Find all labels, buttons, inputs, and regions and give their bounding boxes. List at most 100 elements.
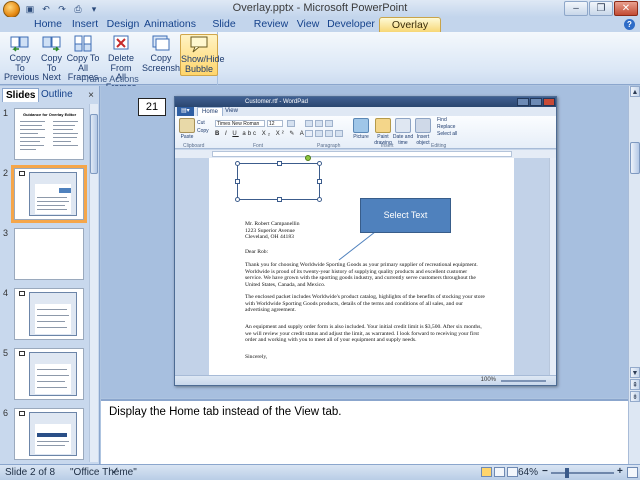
theme-name: "Office Theme" bbox=[70, 467, 137, 478]
tab-review[interactable]: Review bbox=[252, 17, 290, 32]
insert-group-label: Insert bbox=[381, 143, 394, 149]
maximize-button[interactable]: ❐ bbox=[589, 1, 613, 16]
tab-overlay-editor[interactable]: Overlay Editor bbox=[379, 17, 441, 45]
insert-object-icon bbox=[415, 118, 431, 133]
thumbnail-image bbox=[14, 408, 84, 460]
button-label: Copy bbox=[40, 53, 62, 63]
previous-slide-icon[interactable]: ⇞ bbox=[630, 379, 640, 390]
thumbnail-image: Guidance for Overlay Editor bbox=[14, 108, 84, 160]
grow-font-icon bbox=[287, 120, 295, 127]
font-format-icons: B I U abc X₂ X² ✎ A bbox=[215, 131, 306, 137]
copy-to-next-icon bbox=[42, 36, 60, 52]
zoom-out-button[interactable]: − bbox=[542, 466, 548, 477]
normal-view-icon[interactable] bbox=[481, 467, 492, 477]
button-label: Copy bbox=[150, 53, 172, 63]
wordpad-zoom-slider bbox=[501, 380, 546, 382]
copy-to-previous-button[interactable]: Copy To Previous bbox=[4, 34, 39, 82]
ribbon-tabs: Home Insert Design Animations Slide Show… bbox=[0, 17, 640, 45]
scroll-down-arrow-icon[interactable]: ▼ bbox=[630, 367, 640, 378]
thumbnail-title: Guidance for Overlay Editor bbox=[23, 112, 77, 117]
closing: Sincerely, bbox=[245, 354, 268, 360]
resize-handle[interactable] bbox=[317, 197, 322, 202]
align-right-icon bbox=[325, 130, 333, 137]
tab-view[interactable]: View bbox=[293, 17, 323, 32]
wordpad-zoom-level: 100% bbox=[480, 377, 496, 383]
copy-to-previous-icon bbox=[10, 36, 29, 52]
pane-tabs: Slides Outline × bbox=[0, 88, 100, 102]
main-scrollbar[interactable]: ▲ ▼ ⇞ ⇟ bbox=[628, 86, 640, 464]
notes-pane[interactable]: Display the Home tab instead of the View… bbox=[101, 399, 628, 464]
tab-home[interactable]: Home bbox=[30, 17, 66, 32]
window-title: Overlay.pptx - Microsoft PowerPoint bbox=[232, 2, 408, 14]
resize-handle[interactable] bbox=[235, 179, 240, 184]
resize-handle[interactable] bbox=[235, 161, 240, 166]
slide-show-view-icon[interactable] bbox=[507, 467, 518, 477]
outdent-icon bbox=[315, 120, 323, 127]
resize-handle[interactable] bbox=[277, 161, 282, 166]
tab-outline[interactable]: Outline bbox=[38, 88, 76, 102]
ribbon: Copy To Previous Copy To Next Copy To All F… bbox=[0, 32, 640, 91]
status-bar: Slide 2 of 8 "Office Theme" ✓ 64% − + bbox=[0, 464, 640, 480]
slide-indicator: Slide 2 of 8 bbox=[5, 467, 56, 478]
align-center-icon bbox=[315, 130, 323, 137]
wordpad-title-bar: Customer.rtf - WordPad bbox=[175, 97, 556, 107]
select-all-label: Select all bbox=[437, 131, 458, 137]
thumbnail-image bbox=[14, 348, 84, 400]
copy-screenshot-button[interactable]: Copy Screenshot bbox=[142, 34, 188, 76]
tab-insert[interactable]: Insert bbox=[67, 17, 103, 32]
scrollbar-thumb[interactable] bbox=[90, 114, 98, 174]
clipboard-group-label: Clipboard bbox=[183, 143, 205, 149]
notes-text[interactable]: Display the Home tab instead of the View… bbox=[109, 406, 341, 418]
font-group-label: Font bbox=[253, 143, 264, 149]
wordpad-window-controls bbox=[517, 98, 555, 106]
copy-to-all-icon bbox=[74, 35, 92, 52]
resize-handle[interactable] bbox=[317, 179, 322, 184]
slide-number: 4 bbox=[3, 288, 9, 298]
paragraph-2: The enclosed packet includes Worldwide's… bbox=[245, 294, 485, 314]
slide-number: 2 bbox=[3, 168, 9, 178]
wordpad-page: Mr. Robert Campanellin 1223 Superior Ave… bbox=[209, 155, 514, 376]
copy-to-all-frames-button[interactable]: Copy To All Frames bbox=[66, 34, 100, 82]
copy-screenshot-icon bbox=[152, 35, 170, 51]
zoom-slider[interactable] bbox=[551, 472, 614, 474]
zoom-level[interactable]: 64% bbox=[518, 467, 538, 478]
button-label: Delete From bbox=[107, 53, 134, 73]
resize-handle[interactable] bbox=[235, 197, 240, 202]
copy-to-next-button[interactable]: Copy To Next bbox=[38, 34, 65, 82]
zoom-slider-thumb[interactable] bbox=[565, 468, 569, 478]
tab-slides[interactable]: Slides bbox=[2, 88, 40, 102]
spelling-check-icon[interactable]: ✓ bbox=[111, 466, 119, 477]
picture-icon bbox=[353, 118, 369, 133]
close-icon[interactable]: × bbox=[88, 90, 94, 101]
tab-slide-show[interactable]: Slide Show bbox=[199, 17, 249, 44]
tab-design[interactable]: Design bbox=[104, 17, 142, 32]
callout-bubble[interactable]: Select Text bbox=[360, 198, 451, 233]
zoom-in-button[interactable]: + bbox=[617, 466, 623, 477]
tab-animations[interactable]: Animations bbox=[144, 17, 196, 32]
next-slide-icon[interactable]: ⇟ bbox=[630, 391, 640, 402]
slides-pane-scrollbar[interactable] bbox=[89, 104, 98, 462]
resize-handle[interactable] bbox=[317, 161, 322, 166]
scroll-up-arrow-icon[interactable]: ▲ bbox=[630, 86, 640, 97]
overlay-selection-rectangle[interactable] bbox=[235, 155, 322, 202]
slide-editing-area[interactable]: 21 Customer.rtf - WordPad ▤▾ Home View P… bbox=[101, 86, 628, 398]
delete-from-all-frames-button[interactable]: Delete FromAll Frames bbox=[101, 34, 141, 91]
rotation-handle[interactable] bbox=[305, 155, 311, 161]
slide-sorter-view-icon[interactable] bbox=[494, 467, 505, 477]
show-hide-bubble-button[interactable]: Show/Hide Bubble bbox=[180, 34, 225, 76]
resize-handle[interactable] bbox=[277, 197, 282, 202]
scrollbar-thumb[interactable] bbox=[630, 142, 640, 174]
window-controls: – ❐ ✕ bbox=[564, 1, 638, 16]
frame-actions-group: Copy To Previous Copy To Next Copy To All F… bbox=[2, 32, 225, 91]
tab-developer[interactable]: Developer bbox=[326, 17, 376, 32]
wordpad-title: Customer.rtf - WordPad bbox=[245, 99, 308, 105]
button-label: Show/Hide bbox=[181, 54, 225, 64]
slide-number: 3 bbox=[3, 228, 9, 238]
frame-number-box[interactable]: 21 bbox=[138, 98, 166, 116]
indent-icon bbox=[305, 120, 313, 127]
button-label: Copy To bbox=[66, 53, 100, 63]
fit-to-window-icon[interactable] bbox=[627, 467, 638, 478]
close-button[interactable]: ✕ bbox=[614, 1, 638, 16]
minimize-button[interactable]: – bbox=[564, 1, 588, 16]
help-icon[interactable]: ? bbox=[624, 19, 635, 30]
